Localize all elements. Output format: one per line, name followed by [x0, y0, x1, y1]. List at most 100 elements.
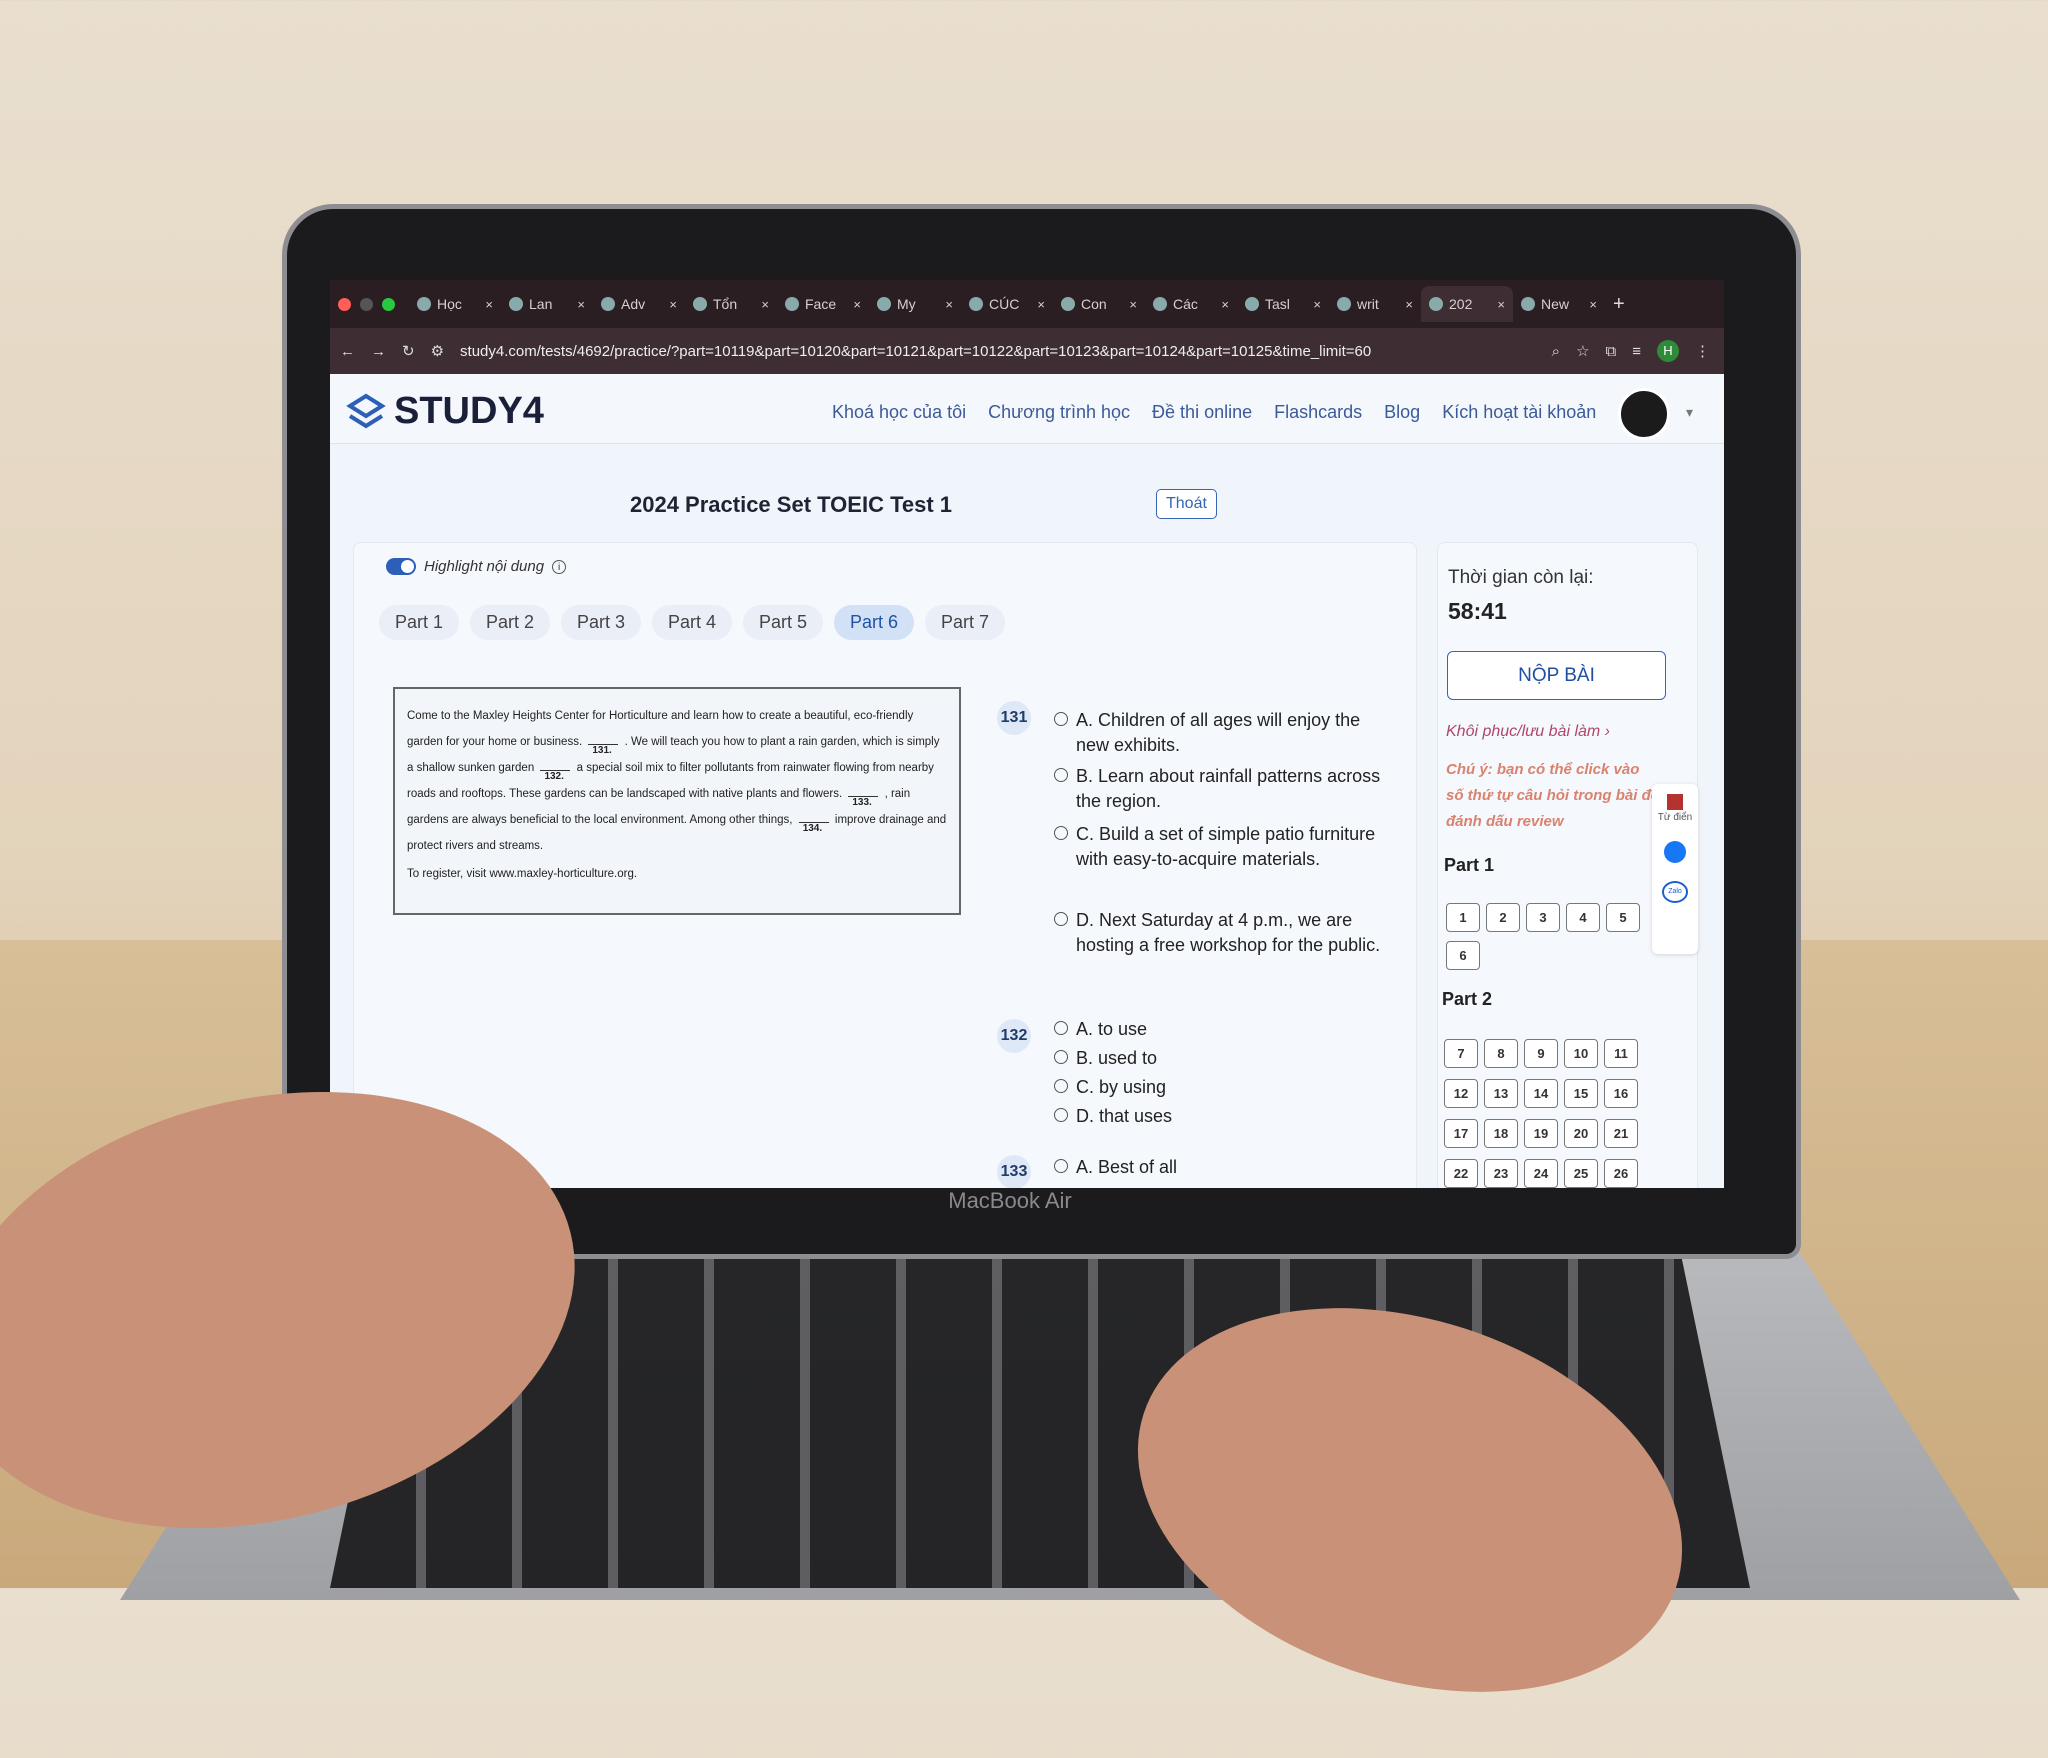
nav-link[interactable]: Khoá học của tôi — [832, 402, 966, 423]
browser-tab[interactable]: writ × — [1329, 286, 1421, 322]
close-window-icon[interactable] — [338, 297, 351, 311]
close-tab-icon[interactable]: × — [1405, 297, 1413, 312]
browser-tab[interactable]: New × — [1513, 286, 1605, 322]
nav-link[interactable]: Flashcards — [1274, 402, 1362, 423]
nav-link[interactable]: Chương trình học — [988, 402, 1130, 423]
question-nav-button[interactable]: 5 — [1606, 903, 1640, 932]
maximize-window-icon[interactable] — [382, 297, 395, 311]
answer-radio[interactable] — [1054, 1021, 1068, 1035]
answer-option[interactable]: C. Build a set of simple patio furniture… — [1076, 822, 1391, 872]
close-tab-icon[interactable]: × — [1037, 297, 1045, 312]
dictionary-icon[interactable] — [1667, 794, 1683, 810]
browser-tab[interactable]: Tasl × — [1237, 286, 1329, 322]
answer-option[interactable]: A. to use — [1076, 1017, 1391, 1042]
question-nav-button[interactable]: 12 — [1444, 1079, 1478, 1108]
question-nav-button[interactable]: 10 — [1564, 1039, 1598, 1068]
question-nav-button[interactable]: 3 — [1526, 903, 1560, 932]
question-nav-button[interactable]: 2 — [1486, 903, 1520, 932]
logo[interactable]: STUDY4 — [346, 390, 544, 433]
question-nav-button[interactable]: 13 — [1484, 1079, 1518, 1108]
user-avatar[interactable] — [1618, 388, 1670, 440]
url-input[interactable]: study4.com/tests/4692/practice/?part=101… — [460, 343, 1536, 360]
answer-radio[interactable] — [1054, 912, 1068, 926]
question-nav-button[interactable]: 21 — [1604, 1119, 1638, 1148]
tab-part-3[interactable]: Part 3 — [561, 605, 642, 640]
question-number[interactable]: 131 — [997, 701, 1031, 735]
minimize-window-icon[interactable] — [360, 297, 373, 311]
tab-part-1[interactable]: Part 1 — [379, 605, 460, 640]
browser-tab[interactable]: Lan × — [501, 286, 593, 322]
question-nav-button[interactable]: 11 — [1604, 1039, 1638, 1068]
answer-option[interactable]: A. Best of all — [1076, 1155, 1391, 1180]
question-nav-button[interactable]: 20 — [1564, 1119, 1598, 1148]
answer-option[interactable]: A. Children of all ages will enjoy the n… — [1076, 708, 1391, 758]
question-nav-button[interactable]: 15 — [1564, 1079, 1598, 1108]
chevron-down-icon[interactable]: ▾ — [1686, 404, 1693, 421]
restore-link[interactable]: Khôi phục/lưu bài làm › — [1446, 723, 1610, 741]
zoom-icon[interactable]: ⌕ — [1552, 343, 1560, 360]
bookmark-star-icon[interactable]: ☆ — [1576, 342, 1589, 360]
tab-part-6[interactable]: Part 6 — [834, 605, 915, 640]
answer-radio[interactable] — [1054, 1079, 1068, 1093]
reading-list-icon[interactable]: ≡ — [1632, 343, 1641, 360]
question-nav-button[interactable]: 22 — [1444, 1159, 1478, 1188]
question-nav-button[interactable]: 7 — [1444, 1039, 1478, 1068]
close-tab-icon[interactable]: × — [853, 297, 861, 312]
tab-part-4[interactable]: Part 4 — [652, 605, 733, 640]
extensions-icon[interactable]: ⧉ — [1606, 343, 1617, 360]
answer-radio[interactable] — [1054, 1159, 1068, 1173]
question-nav-button[interactable]: 18 — [1484, 1119, 1518, 1148]
messenger-icon[interactable] — [1664, 841, 1686, 863]
close-tab-icon[interactable]: × — [1221, 297, 1229, 312]
answer-option[interactable]: C. by using — [1076, 1075, 1391, 1100]
exit-button[interactable]: Thoát — [1156, 489, 1217, 519]
answer-option[interactable]: B. used to — [1076, 1046, 1391, 1071]
question-nav-button[interactable]: 26 — [1604, 1159, 1638, 1188]
close-tab-icon[interactable]: × — [945, 297, 953, 312]
question-nav-button[interactable]: 14 — [1524, 1079, 1558, 1108]
question-number[interactable]: 133 — [997, 1155, 1031, 1188]
answer-radio[interactable] — [1054, 1050, 1068, 1064]
answer-option[interactable]: B. Learn about rainfall patterns across … — [1076, 764, 1391, 814]
browser-tab[interactable]: Adv × — [593, 286, 685, 322]
answer-option[interactable]: D. that uses — [1076, 1104, 1391, 1129]
question-nav-button[interactable]: 9 — [1524, 1039, 1558, 1068]
profile-avatar[interactable]: H — [1657, 340, 1679, 362]
tab-part-7[interactable]: Part 7 — [925, 605, 1006, 640]
question-nav-button[interactable]: 16 — [1604, 1079, 1638, 1108]
answer-option[interactable]: D. Next Saturday at 4 p.m., we are hosti… — [1076, 908, 1391, 958]
close-tab-icon[interactable]: × — [1589, 297, 1597, 312]
dictionary-button[interactable]: Từ điển — [1652, 812, 1698, 823]
question-nav-button[interactable]: 24 — [1524, 1159, 1558, 1188]
question-nav-button[interactable]: 25 — [1564, 1159, 1598, 1188]
tab-part-2[interactable]: Part 2 — [470, 605, 551, 640]
highlight-toggle[interactable] — [386, 558, 416, 575]
question-nav-button[interactable]: 4 — [1566, 903, 1600, 932]
browser-tab[interactable]: 202 × — [1421, 286, 1513, 322]
nav-link[interactable]: Blog — [1384, 402, 1420, 423]
close-tab-icon[interactable]: × — [761, 297, 769, 312]
answer-radio[interactable] — [1054, 712, 1068, 726]
question-nav-button[interactable]: 19 — [1524, 1119, 1558, 1148]
question-nav-button[interactable]: 1 — [1446, 903, 1480, 932]
answer-radio[interactable] — [1054, 1108, 1068, 1122]
question-nav-button[interactable]: 17 — [1444, 1119, 1478, 1148]
browser-tab[interactable]: Tổn × — [685, 286, 777, 322]
browser-tab[interactable]: Con × — [1053, 286, 1145, 322]
menu-icon[interactable]: ⋮ — [1695, 342, 1710, 360]
zalo-button[interactable]: Zalo — [1662, 881, 1688, 903]
close-tab-icon[interactable]: × — [485, 297, 493, 312]
browser-tab[interactable]: CÚC × — [961, 286, 1053, 322]
submit-button[interactable]: NỘP BÀI — [1447, 651, 1666, 700]
close-tab-icon[interactable]: × — [1497, 297, 1505, 312]
browser-tab[interactable]: Face × — [777, 286, 869, 322]
question-nav-button[interactable]: 6 — [1446, 941, 1480, 970]
browser-tab[interactable]: Các × — [1145, 286, 1237, 322]
browser-tab[interactable]: Học × — [409, 286, 501, 322]
close-tab-icon[interactable]: × — [669, 297, 677, 312]
question-number[interactable]: 132 — [997, 1019, 1031, 1053]
nav-link[interactable]: Kích hoạt tài khoản — [1442, 402, 1596, 423]
close-tab-icon[interactable]: × — [1129, 297, 1137, 312]
back-icon[interactable]: ← — [340, 343, 355, 360]
close-tab-icon[interactable]: × — [1313, 297, 1321, 312]
